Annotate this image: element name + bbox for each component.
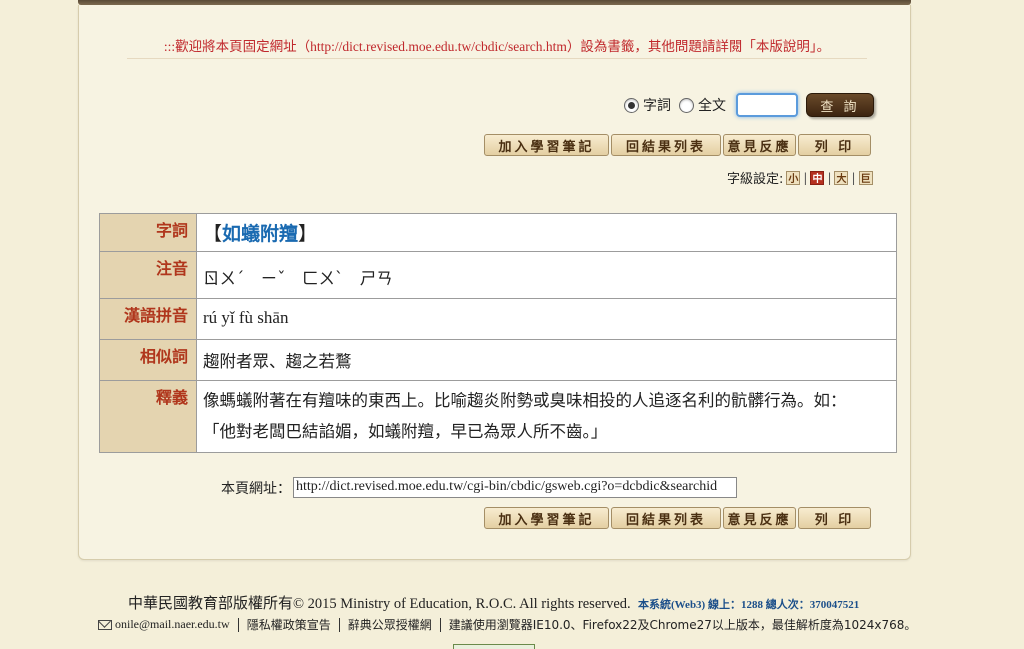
word-bracket-open: 【 — [203, 223, 223, 245]
table-row: 釋義 像螞蟻附著在有羶味的東西上。比喻趨炎附勢或臭味相投的人追逐名利的骯髒行為。… — [99, 380, 897, 453]
font-size-huge[interactable]: 巨 — [858, 170, 873, 185]
label-meaning: 釋義 — [99, 380, 197, 453]
meaning-line-2: 「他對老闆巴結諂媚，如蟻附羶，早已為眾人所不齒。」 — [203, 422, 608, 441]
label-zhuyin: 注音 — [99, 251, 197, 299]
font-size-medium[interactable]: 中 — [810, 170, 825, 185]
font-size-small[interactable]: 小 — [786, 170, 801, 185]
print-button[interactable]: 列 印 — [798, 134, 871, 156]
visitor-stats: 本系統(Web3) 線上：1288 總人次：370047521 — [638, 599, 860, 611]
divider: | — [803, 170, 808, 185]
page-url-field[interactable]: http://dict.revised.moe.edu.tw/cgi-bin/c… — [293, 477, 737, 498]
back-to-results-button[interactable]: 回結果列表 — [611, 507, 721, 529]
font-size-large[interactable]: 大 — [834, 170, 849, 185]
font-size-setting: 字級設定: 小 | 中 | 大 | 巨 — [727, 168, 873, 187]
search-bar: 字詞 全文 查 詢 — [624, 92, 874, 118]
divider: | — [827, 170, 832, 185]
contact-email-link[interactable]: onile@mail.naer.edu.tw — [115, 617, 230, 632]
mail-icon — [98, 619, 112, 630]
font-size-label: 字級設定: — [727, 172, 784, 187]
zhuyin-value: ㄖㄨˊ ㄧˇ ㄈㄨˋ ㄕㄢ — [196, 251, 897, 299]
divider — [338, 617, 340, 632]
word-bracket-close: 】 — [298, 223, 318, 245]
meaning-line-1: 像螞蟻附著在有羶味的東西上。比喻趨炎附勢或臭味相投的人追逐名利的骯髒行為。如： — [203, 391, 847, 410]
action-buttons-bottom: 加入學習筆記 回結果列表 意見反應 列 印 — [484, 507, 871, 529]
public-license-link[interactable]: 辭典公眾授權網 — [348, 616, 432, 633]
add-to-notes-button[interactable]: 加入學習筆記 — [484, 507, 609, 529]
copyright-en: © 2015 Ministry of Education, R.O.C. All… — [293, 596, 631, 612]
add-to-notes-button[interactable]: 加入學習筆記 — [484, 134, 609, 156]
privacy-policy-link[interactable]: 隱私權政策宣告 — [247, 616, 331, 633]
page-url-label: 本頁網址： — [221, 480, 291, 497]
table-row: 漢語拼音 rú yǐ fù shān — [99, 298, 897, 340]
bookmark-notice[interactable]: :::歡迎將本頁固定網址（http://dict.revised.moe.edu… — [127, 35, 867, 59]
radio-fulltext-label: 全文 — [698, 98, 726, 114]
table-row: 注音 ㄖㄨˊ ㄧˇ ㄈㄨˋ ㄕㄢ — [99, 251, 897, 299]
divider — [439, 617, 441, 632]
radio-fulltext[interactable] — [679, 97, 694, 113]
synonyms-value: 趨附者眾、趨之若鶩 — [196, 339, 897, 381]
entry-table: 字詞 【如蟻附羶】 注音 ㄖㄨˊ ㄧˇ ㄈㄨˋ ㄕㄢ 漢語拼音 rú yǐ fù… — [99, 213, 897, 453]
query-button[interactable]: 查 詢 — [806, 93, 874, 117]
label-synonyms: 相似詞 — [99, 339, 197, 381]
entry-word-cell: 【如蟻附羶】 — [196, 213, 897, 252]
search-input[interactable] — [736, 93, 798, 117]
feedback-button[interactable]: 意見反應 — [723, 507, 796, 529]
page-url-row: 本頁網址： http://dict.revised.moe.edu.tw/cgi… — [221, 477, 737, 498]
pinyin-value: rú yǐ fù shān — [196, 298, 897, 340]
divider: | — [851, 170, 856, 185]
copyright: 中華民國教育部版權所有© 2015 Ministry of Education,… — [128, 592, 631, 613]
label-pinyin: 漢語拼音 — [99, 298, 197, 340]
table-row: 字詞 【如蟻附羶】 — [99, 213, 897, 252]
print-button[interactable]: 列 印 — [798, 507, 871, 529]
feedback-button[interactable]: 意見反應 — [723, 134, 796, 156]
copyright-cjk: 中華民國教育部版權所有 — [128, 594, 294, 612]
footer-links: onile@mail.naer.edu.tw 隱私權政策宣告 辭典公眾授權網 建… — [98, 616, 916, 633]
meaning-value: 像螞蟻附著在有羶味的東西上。比喻趨炎附勢或臭味相投的人追逐名利的骯髒行為。如： … — [196, 380, 897, 453]
back-to-results-button[interactable]: 回結果列表 — [611, 134, 721, 156]
browser-note: 建議使用瀏覽器IE10.0、Firefox22及Chrome27以上版本，最佳解… — [448, 618, 917, 632]
head-word: 如蟻附羶 — [222, 223, 299, 245]
action-buttons-top: 加入學習筆記 回結果列表 意見反應 列 印 — [484, 134, 871, 156]
accessibility-badge[interactable] — [453, 644, 535, 649]
radio-word-label: 字詞 — [643, 98, 671, 114]
radio-word[interactable] — [624, 97, 639, 113]
divider — [237, 617, 239, 632]
main-panel: :::歡迎將本頁固定網址（http://dict.revised.moe.edu… — [78, 5, 911, 560]
label-word: 字詞 — [99, 213, 197, 252]
table-row: 相似詞 趨附者眾、趨之若鶩 — [99, 339, 897, 381]
